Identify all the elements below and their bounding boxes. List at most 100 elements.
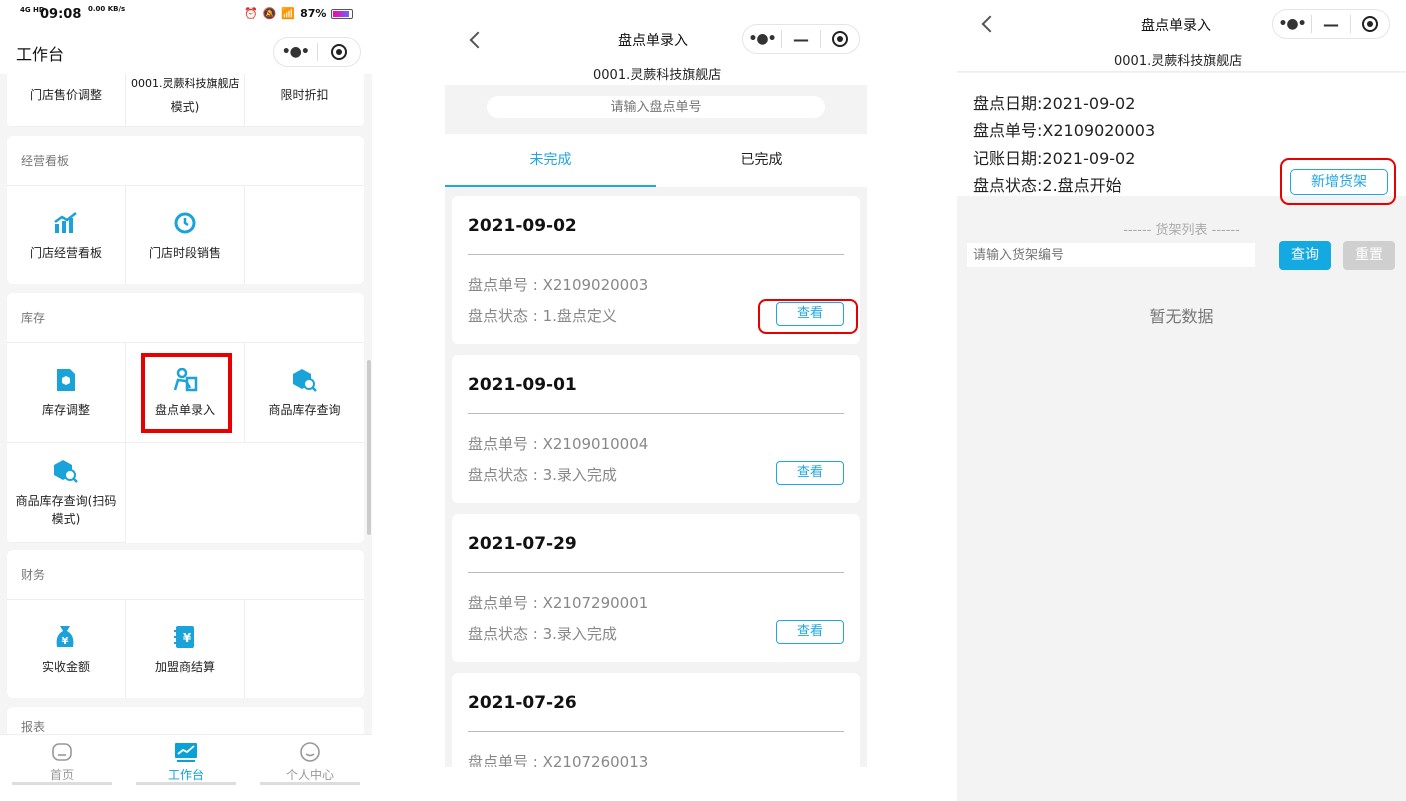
trend-chart-icon <box>174 741 198 766</box>
shelf-number-input[interactable] <box>967 243 1255 267</box>
smile-icon <box>299 741 321 766</box>
more-icon[interactable]: •●• <box>1273 16 1311 32</box>
more-icon[interactable]: •●• <box>743 31 781 47</box>
miniapp-capsule[interactable]: •●• — <box>1272 9 1390 39</box>
tab-workbench[interactable]: 工作台 <box>124 735 248 801</box>
workbench-header: 工作台 •●• <box>0 30 372 74</box>
box-search-icon <box>292 367 318 393</box>
view-button[interactable]: 查看 <box>776 620 844 644</box>
tab-profile[interactable]: 个人中心 <box>248 735 372 801</box>
record-card: 2021-09-01 盘点单号 : X2109010004 盘点状态 : 3.录… <box>452 355 860 503</box>
clock-icon <box>172 210 198 236</box>
tab-incomplete[interactable]: 未完成 <box>445 134 656 187</box>
close-miniapp-icon[interactable] <box>1351 16 1389 32</box>
shop-name: 0001.灵蕨科技旗舰店 <box>593 68 722 83</box>
status-time: 09:08 <box>40 7 82 22</box>
highlight-box-view <box>758 299 858 334</box>
record-card: 2021-07-26 盘点单号 : X2107260013 <box>452 673 860 767</box>
search-bar <box>445 85 867 134</box>
wifi-icon: 📶 <box>281 7 296 20</box>
highlight-box-stocktake <box>141 353 232 433</box>
record-status: 盘点状态 : 3.录入完成 <box>468 625 617 643</box>
status-bar: 4G HD 09:08 0.00 KB/s ⏰ 🔕 📶 87% <box>0 0 372 30</box>
phone-workbench: 4G HD 09:08 0.00 KB/s ⏰ 🔕 📶 87% 工作台 •●• … <box>0 0 372 801</box>
svg-text:¥: ¥ <box>62 636 69 647</box>
record-number: 盘点单号 : X2107260013 <box>468 753 649 767</box>
menu-franchise-settlement[interactable]: ¥ 加盟商结算 <box>126 600 245 698</box>
shelf-list-title: ------ 货架列表 ------ <box>1123 223 1240 238</box>
section-title: 财务 <box>7 550 364 600</box>
tab-home[interactable]: 首页 <box>0 735 124 801</box>
card-reports: 报表 <box>7 707 364 734</box>
phone-stocktake-detail: 盘点单录入 •●• — 0001.灵蕨科技旗舰店 盘点日期:2021-09-02… <box>957 0 1406 801</box>
menu-store-period-sales[interactable]: 门店时段销售 <box>126 186 245 284</box>
record-date: 2021-07-29 <box>468 534 577 554</box>
ledger-yuan-icon: ¥ <box>172 624 198 650</box>
menu-product-stock-query[interactable]: 商品库存查询 <box>245 343 364 443</box>
chart-up-icon <box>53 210 79 236</box>
stocktake-number: 盘点单号:X2109020003 <box>973 121 1156 140</box>
page-title: 盘点单录入 <box>618 33 688 49</box>
page-title: 盘点单录入 <box>1141 18 1211 34</box>
stocktake-status: 盘点状态:2.盘点开始 <box>973 176 1122 195</box>
bottom-tabbar: 首页 工作台 个人中心 <box>0 734 372 801</box>
record-status: 盘点状态 : 1.盘点定义 <box>468 307 617 325</box>
shop-name: 0001.灵蕨科技旗舰店 <box>1114 54 1243 69</box>
more-icon[interactable]: •●• <box>274 44 317 60</box>
record-card: 2021-07-29 盘点单号 : X2107290001 盘点状态 : 3.录… <box>452 514 860 662</box>
record-status: 盘点状态 : 3.录入完成 <box>468 466 617 484</box>
record-date: 2021-09-01 <box>468 375 577 395</box>
network-speed: 0.00 KB/s <box>88 5 126 13</box>
status-tabs: 未完成 已完成 <box>445 134 867 187</box>
section-title: 报表 <box>7 707 364 734</box>
back-arrow-icon[interactable] <box>469 31 487 49</box>
menu-inventory-adjust[interactable]: 库存调整 <box>7 343 126 443</box>
scrollbar[interactable] <box>367 360 371 535</box>
page-title: 工作台 <box>16 45 65 64</box>
tab-completed[interactable]: 已完成 <box>656 134 867 187</box>
minimize-icon[interactable]: — <box>782 30 820 49</box>
svg-text:¥: ¥ <box>183 631 192 645</box>
menu-store-price-adjust[interactable]: 门店售价调整 <box>7 74 126 127</box>
section-title: 库存 <box>7 293 364 343</box>
mute-icon: 🔕 <box>262 7 277 20</box>
nav-header: 盘点单录入 •●• — 0001.灵蕨科技旗舰店 <box>957 0 1406 72</box>
back-arrow-icon[interactable] <box>981 15 999 33</box>
section-title: 经营看板 <box>7 136 364 186</box>
stocktake-date: 盘点日期:2021-09-02 <box>973 94 1136 113</box>
record-date: 2021-07-26 <box>468 693 577 713</box>
record-date: 2021-09-02 <box>468 216 577 236</box>
floating-shop-name: 0001.灵蕨科技旗舰店 <box>131 75 240 91</box>
record-number: 盘点单号 : X2109020003 <box>468 276 649 294</box>
query-button[interactable]: 查询 <box>1279 241 1331 270</box>
menu-empty <box>245 600 364 698</box>
menu-flash-discount[interactable]: 限时折扣 <box>245 74 364 127</box>
alarm-icon: ⏰ <box>244 7 258 20</box>
miniapp-capsule[interactable]: •●• <box>273 37 361 67</box>
menu-product-stock-query-scan[interactable]: 商品库存查询(扫码模式) <box>7 443 126 543</box>
record-number: 盘点单号 : X2107290001 <box>468 594 649 612</box>
phone-stocktake-list: 盘点单录入 •●• — 0001.灵蕨科技旗舰店 未完成 已完成 2021-09… <box>445 0 867 767</box>
reset-button[interactable]: 重置 <box>1343 241 1395 270</box>
home-icon <box>51 741 73 766</box>
posting-date: 记账日期:2021-09-02 <box>973 149 1136 168</box>
close-miniapp-icon[interactable] <box>821 31 859 47</box>
box-search-icon <box>53 458 79 484</box>
view-button[interactable]: 查看 <box>776 461 844 485</box>
battery-percent: 87% <box>300 7 327 20</box>
card-finance: 财务 ¥ 实收金额 ¥ 加盟商结算 <box>7 550 364 698</box>
status-icons: ⏰ 🔕 📶 87% <box>244 7 354 20</box>
minimize-icon[interactable]: — <box>1312 15 1350 34</box>
menu-received-amount[interactable]: ¥ 实收金额 <box>7 600 126 698</box>
money-bag-icon: ¥ <box>53 624 79 650</box>
menu-store-dashboard[interactable]: 门店经营看板 <box>7 186 126 284</box>
miniapp-capsule[interactable]: •●• — <box>742 24 860 54</box>
close-miniapp-icon[interactable] <box>317 44 360 60</box>
nav-header: 盘点单录入 •●• — 0001.灵蕨科技旗舰店 <box>445 0 867 85</box>
order-number-search-input[interactable] <box>487 96 825 118</box>
menu-empty <box>245 186 364 284</box>
box-doc-icon <box>53 367 79 393</box>
battery-icon <box>331 8 354 19</box>
empty-state: 暂无数据 <box>1149 307 1214 326</box>
highlight-box-add-shelf <box>1280 158 1396 205</box>
